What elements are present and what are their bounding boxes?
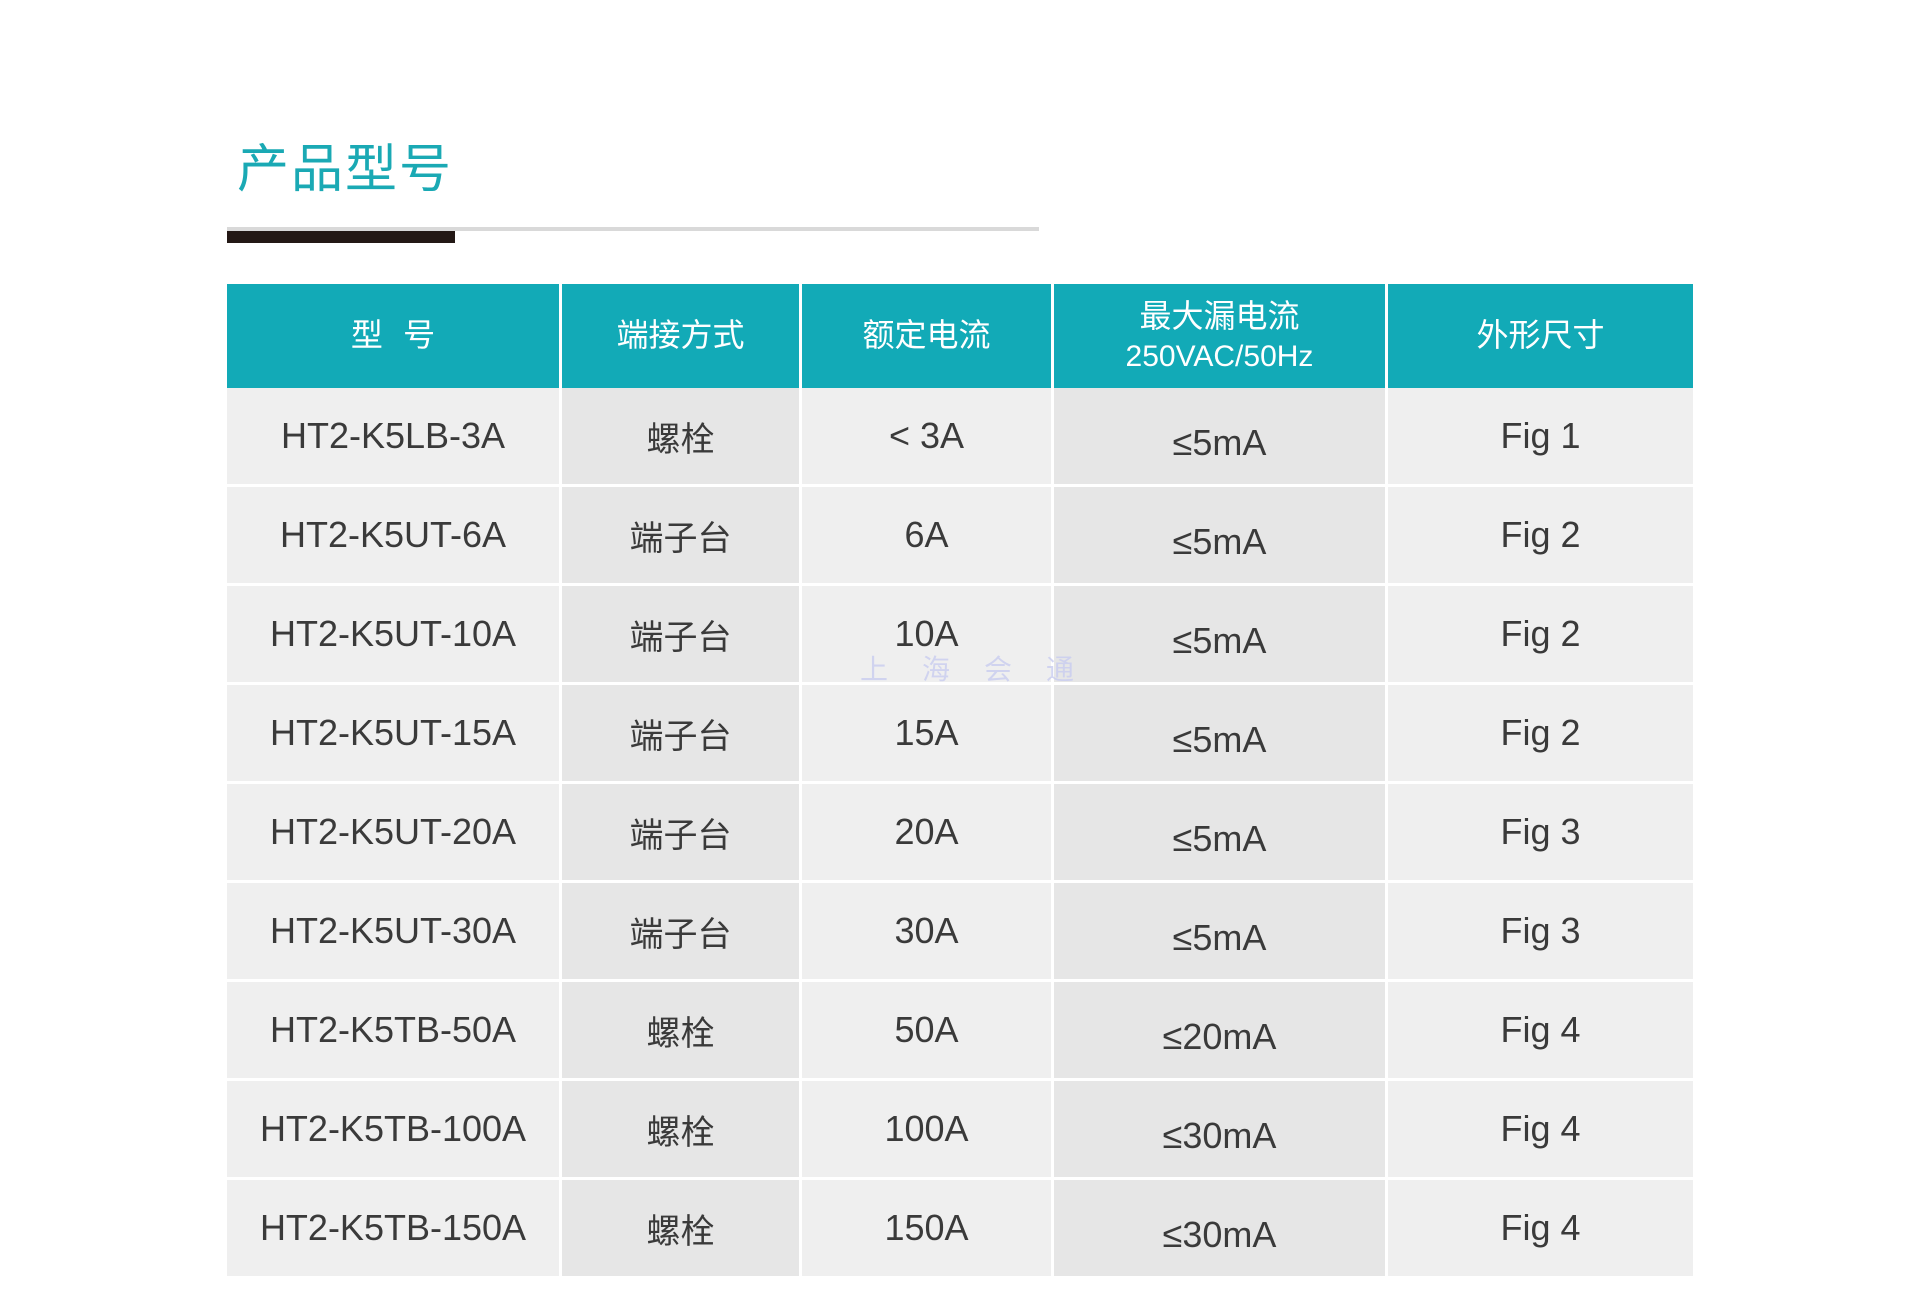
cell-dimension: Fig 4 — [1388, 1081, 1693, 1180]
cell-terminal: 端子台 — [562, 487, 802, 586]
header-model: 型 号 — [227, 284, 562, 388]
cell-terminal: 螺栓 — [562, 388, 802, 487]
cell-rated-current: 150A — [802, 1180, 1054, 1279]
header-rated-current: 额定电流 — [802, 284, 1054, 388]
cell-rated-current: 15A — [802, 685, 1054, 784]
cell-leakage: ≤5mA — [1054, 883, 1388, 982]
cell-model: HT2-K5UT-15A — [227, 685, 562, 784]
cell-leakage: ≤5mA — [1054, 388, 1388, 487]
cell-rated-current: 100A — [802, 1081, 1054, 1180]
watermark-text: 上海会通 — [860, 653, 1109, 686]
table-row: HT2-K5UT-15A 端子台 15A ≤5mA Fig 2 — [227, 685, 1693, 784]
cell-leakage: ≤30mA — [1054, 1081, 1388, 1180]
header-leakage-condition: 250VAC/50Hz — [1125, 340, 1314, 374]
header-model-label: 型 号 — [350, 316, 436, 355]
cell-leakage: ≤5mA — [1054, 685, 1388, 784]
cell-terminal: 螺栓 — [562, 1081, 802, 1180]
cell-leakage: ≤20mA — [1054, 982, 1388, 1081]
cell-terminal: 端子台 — [562, 586, 802, 685]
table-row: HT2-K5TB-150A 螺栓 150A ≤30mA Fig 4 — [227, 1180, 1693, 1279]
cell-leakage: ≤5mA — [1054, 487, 1388, 586]
title-underline-accent — [227, 231, 455, 243]
table-header-row: 型 号 端接方式 额定电流 最大漏电流 250VAC/50Hz 外形尺寸 — [227, 284, 1693, 388]
page: 产品型号 型 号 端接方式 额定电流 最大漏电流 250VAC/50Hz 外形尺… — [0, 0, 1920, 1301]
cell-terminal: 螺栓 — [562, 982, 802, 1081]
header-rated-current-label: 额定电流 — [862, 316, 991, 355]
header-dimension: 外形尺寸 — [1388, 284, 1693, 388]
cell-rated-current: 6A — [802, 487, 1054, 586]
header-leakage-label: 最大漏电流 — [1139, 296, 1300, 335]
table-row: HT2-K5TB-100A 螺栓 100A ≤30mA Fig 4 — [227, 1081, 1693, 1180]
table-row: HT2-K5UT-6A 端子台 6A ≤5mA Fig 2 — [227, 487, 1693, 586]
cell-rated-current: 50A — [802, 982, 1054, 1081]
cell-model: HT2-K5UT-6A — [227, 487, 562, 586]
cell-dimension: Fig 2 — [1388, 685, 1693, 784]
cell-dimension: Fig 3 — [1388, 883, 1693, 982]
header-terminal: 端接方式 — [562, 284, 802, 388]
cell-model: HT2-K5TB-100A — [227, 1081, 562, 1180]
table-row: HT2-K5UT-30A 端子台 30A ≤5mA Fig 3 — [227, 883, 1693, 982]
cell-leakage: ≤30mA — [1054, 1180, 1388, 1279]
cell-terminal: 端子台 — [562, 784, 802, 883]
cell-terminal: 螺栓 — [562, 1180, 802, 1279]
page-title: 产品型号 — [237, 140, 454, 200]
cell-model: HT2-K5UT-30A — [227, 883, 562, 982]
cell-dimension: Fig 3 — [1388, 784, 1693, 883]
cell-dimension: Fig 4 — [1388, 982, 1693, 1081]
cell-terminal: 端子台 — [562, 685, 802, 784]
table-row: HT2-K5LB-3A 螺栓 < 3A ≤5mA Fig 1 — [227, 388, 1693, 487]
cell-dimension: Fig 2 — [1388, 487, 1693, 586]
cell-dimension: Fig 4 — [1388, 1180, 1693, 1279]
header-leakage: 最大漏电流 250VAC/50Hz — [1054, 284, 1388, 388]
cell-model: HT2-K5LB-3A — [227, 388, 562, 487]
header-terminal-label: 端接方式 — [616, 316, 745, 355]
cell-leakage: ≤5mA — [1054, 784, 1388, 883]
cell-model: HT2-K5UT-20A — [227, 784, 562, 883]
cell-model: HT2-K5TB-150A — [227, 1180, 562, 1279]
cell-dimension: Fig 2 — [1388, 586, 1693, 685]
header-dimension-label: 外形尺寸 — [1476, 316, 1605, 355]
cell-model: HT2-K5UT-10A — [227, 586, 562, 685]
cell-terminal: 端子台 — [562, 883, 802, 982]
cell-rated-current: 30A — [802, 883, 1054, 982]
product-model-table: 型 号 端接方式 额定电流 最大漏电流 250VAC/50Hz 外形尺寸 HT2… — [227, 284, 1693, 1279]
cell-dimension: Fig 1 — [1388, 388, 1693, 487]
table-row: HT2-K5UT-20A 端子台 20A ≤5mA Fig 3 — [227, 784, 1693, 883]
cell-rated-current: 20A — [802, 784, 1054, 883]
cell-model: HT2-K5TB-50A — [227, 982, 562, 1081]
cell-rated-current: < 3A — [802, 388, 1054, 487]
table-row: HT2-K5TB-50A 螺栓 50A ≤20mA Fig 4 — [227, 982, 1693, 1081]
